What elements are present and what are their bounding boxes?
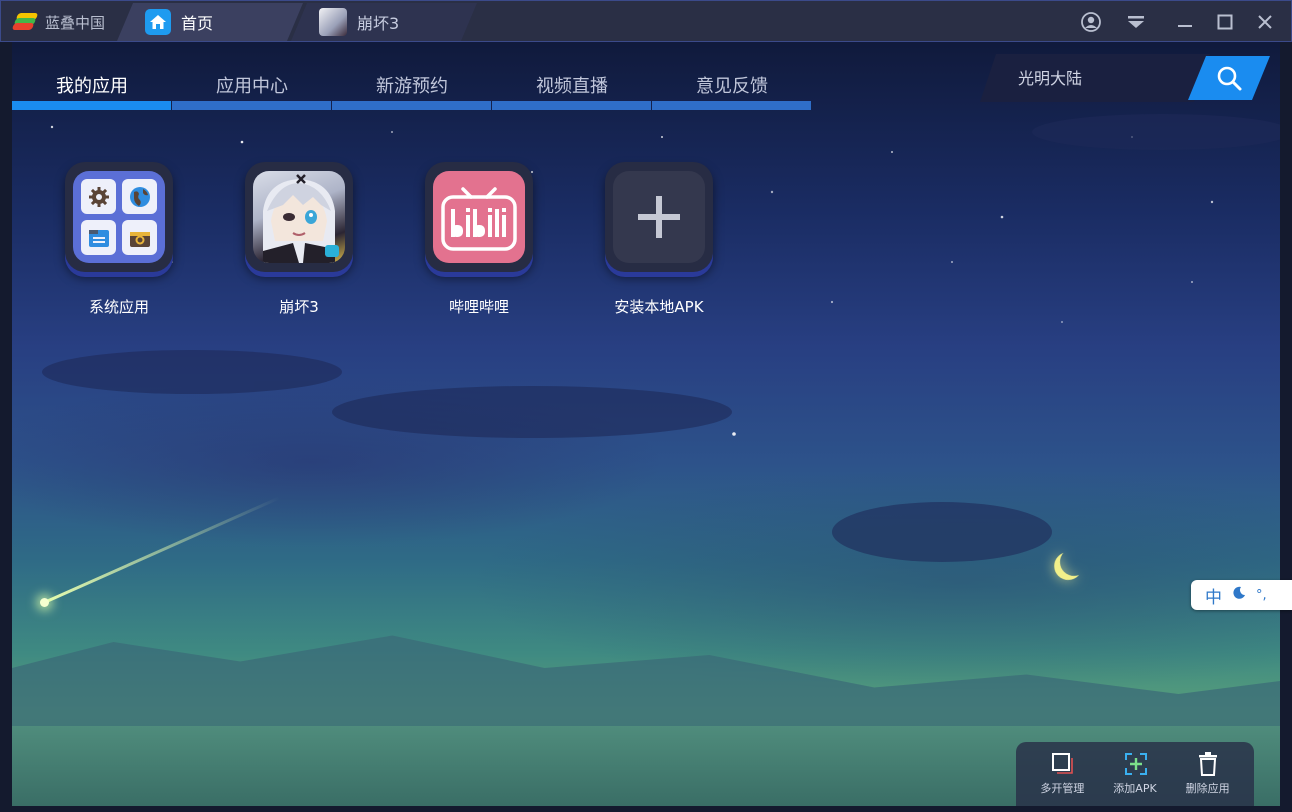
close-icon[interactable] — [1253, 10, 1277, 34]
file-manager-icon — [81, 220, 116, 255]
app-label: 安装本地APK — [614, 298, 704, 316]
nav-label: 我的应用 — [56, 76, 128, 97]
honkai-impact-icon — [253, 171, 345, 263]
nav-feedback[interactable]: 意见反馈 — [652, 42, 812, 110]
search-box — [980, 54, 1280, 102]
bilibili-icon — [433, 171, 525, 263]
meteor-head — [40, 598, 49, 607]
camera-icon — [122, 220, 157, 255]
delete-app-icon — [1197, 752, 1219, 776]
honkai-impact-icon — [319, 8, 347, 36]
main-nav: 我的应用 应用中心 新游预约 视频直播 意见反馈 — [12, 42, 812, 110]
nav-app-center[interactable]: 应用中心 — [172, 42, 332, 110]
app-system-apps[interactable]: 系统应用 — [34, 162, 204, 322]
nav-indicator — [332, 101, 491, 110]
nav-indicator — [492, 101, 651, 110]
delete-app-button[interactable]: 删除应用 — [1175, 750, 1241, 806]
app-label: 系统应用 — [88, 298, 149, 316]
app-tile — [245, 162, 353, 272]
search-icon — [1215, 64, 1243, 92]
nav-label: 视频直播 — [536, 76, 608, 97]
tool-label: 删除应用 — [1185, 782, 1230, 795]
nav-label: 意见反馈 — [696, 76, 768, 97]
plus-icon — [613, 171, 705, 263]
bluestacks-logo-icon — [11, 13, 39, 31]
app-tile — [425, 162, 533, 272]
tab-home[interactable]: 首页 — [117, 3, 303, 41]
ime-widget[interactable]: 中 °, — [1191, 580, 1292, 610]
nav-game-reservations[interactable]: 新游预约 — [332, 42, 492, 110]
tool-label: 添加APK — [1113, 782, 1157, 795]
ime-mode-label[interactable]: 中 — [1205, 583, 1222, 608]
multi-instance-icon — [1051, 752, 1074, 774]
app-bilibili[interactable]: 哔哩哔哩 — [394, 162, 564, 322]
tab-home-label: 首页 — [181, 14, 214, 33]
nav-indicator — [172, 101, 331, 110]
app-install-local-apk[interactable]: 安装本地APK — [574, 162, 744, 322]
title-bar: 蓝叠中国 首页 崩坏3 — [0, 0, 1292, 42]
menu-dropdown-icon[interactable] — [1124, 10, 1148, 34]
brand[interactable]: 蓝叠中国 — [11, 10, 106, 34]
ime-punct-label[interactable]: °, — [1256, 588, 1267, 603]
app-tile — [65, 162, 173, 272]
moon-icon[interactable] — [1232, 585, 1246, 605]
home-icon — [145, 9, 171, 35]
nav-label: 新游预约 — [376, 76, 448, 97]
nav-indicator — [652, 101, 811, 110]
tool-label: 多开管理 — [1040, 782, 1085, 795]
nav-my-apps[interactable]: 我的应用 — [12, 42, 172, 110]
brand-name: 蓝叠中国 — [45, 13, 106, 32]
app-label: 哔哩哔哩 — [448, 298, 509, 316]
nav-indicator — [12, 101, 171, 110]
account-icon[interactable] — [1079, 10, 1103, 34]
maximize-icon[interactable] — [1213, 10, 1237, 34]
app-tile — [605, 162, 713, 272]
add-apk-button[interactable]: 添加APK — [1102, 750, 1168, 806]
tab-honkai[interactable]: 崩坏3 — [291, 3, 477, 41]
globe-icon — [122, 179, 157, 214]
add-apk-icon — [1124, 752, 1147, 775]
multi-instance-button[interactable]: 多开管理 — [1029, 750, 1095, 806]
app-label: 崩坏3 — [279, 298, 319, 316]
app-honkai[interactable]: 崩坏3 — [214, 162, 384, 322]
nav-label: 应用中心 — [216, 76, 288, 97]
search-input[interactable] — [980, 54, 1210, 102]
minimize-icon[interactable] — [1173, 10, 1197, 34]
tab-honkai-label: 崩坏3 — [357, 14, 400, 33]
system-apps-icon — [73, 171, 165, 263]
home-screen: 我的应用 应用中心 新游预约 视频直播 意见反馈 光明大陆 系统应用 崩坏3 哔… — [12, 42, 1280, 806]
nav-live-video[interactable]: 视频直播 — [492, 42, 652, 110]
gear-icon — [81, 179, 116, 214]
bottom-toolbar: 多开管理 添加APK 删除应用 — [1016, 742, 1254, 806]
